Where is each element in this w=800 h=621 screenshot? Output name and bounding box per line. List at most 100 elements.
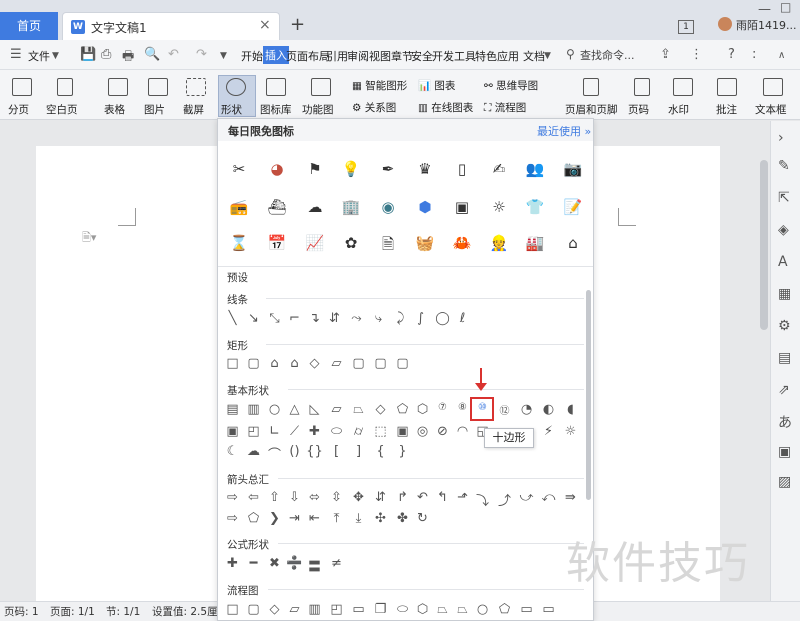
- users-icon[interactable]: 👥: [524, 160, 546, 178]
- arc-shape[interactable]: ⌒: [266, 444, 283, 463]
- multidocument-shape[interactable]: ❐: [372, 602, 389, 617]
- up-arrow-shape[interactable]: ⇧: [266, 490, 283, 505]
- lightning-shape[interactable]: ⚡: [540, 424, 557, 439]
- factory-icon[interactable]: 🏭: [524, 234, 546, 252]
- building-icon[interactable]: 🏢: [340, 198, 362, 216]
- u-turn-arrow-shape[interactable]: ↶: [414, 490, 431, 505]
- line-shape[interactable]: ╲: [224, 311, 241, 326]
- terminator-shape[interactable]: ⬭: [394, 602, 411, 617]
- camera-icon[interactable]: 📷: [562, 160, 584, 178]
- new-tab-button[interactable]: +: [290, 14, 305, 35]
- more-menu-chevron-icon[interactable]: ▼: [544, 51, 551, 61]
- chevron-down-icon[interactable]: ▼: [52, 51, 59, 61]
- vertical-scrollbar[interactable]: [760, 160, 768, 330]
- paragraph-mark-icon[interactable]: 🗎▾: [82, 229, 96, 248]
- elbow-double-arrow-shape[interactable]: ⇵: [326, 311, 343, 326]
- diamond-shape[interactable]: ◇: [372, 402, 389, 417]
- hexagon-icon[interactable]: ⬢: [414, 198, 436, 216]
- person-icon[interactable]: 👷: [488, 234, 510, 252]
- page-number-button[interactable]: 页码: [628, 102, 649, 117]
- pie-chart-icon[interactable]: ◕: [266, 160, 288, 178]
- elbow-arrow-shape[interactable]: ↴: [306, 311, 323, 326]
- share-icon[interactable]: ⇪: [660, 47, 671, 62]
- more-icon[interactable]: ⋮: [690, 47, 703, 62]
- lightbulb-icon[interactable]: 💡: [340, 160, 362, 178]
- bevel-shape[interactable]: ▣: [394, 424, 411, 439]
- textbox-shape[interactable]: ▤: [224, 402, 241, 417]
- chevron-shape[interactable]: ❯: [266, 511, 283, 526]
- command-search-input[interactable]: 查找命令...: [580, 47, 635, 63]
- online-chart-button[interactable]: ▥ 在线图表: [418, 100, 473, 115]
- hamburger-menu-icon[interactable]: ☰: [10, 47, 22, 62]
- pentagon-arrow-shape[interactable]: ⬠: [245, 511, 262, 526]
- menu-docs[interactable]: 文档: [523, 48, 545, 64]
- export-pdf-icon[interactable]: ⎙: [101, 47, 111, 62]
- customize-chevron-icon[interactable]: ▼: [220, 51, 227, 61]
- manual-input-shape[interactable]: ⏢: [434, 602, 451, 617]
- collapse-ribbon-icon[interactable]: ∧: [778, 50, 785, 61]
- octagon-shape[interactable]: ⑧: [454, 402, 471, 413]
- decision-shape[interactable]: ◇: [266, 602, 283, 617]
- target-icon[interactable]: ◉: [377, 198, 399, 216]
- door-icon[interactable]: ▯: [451, 160, 473, 178]
- sun-icon[interactable]: ☼: [488, 198, 510, 216]
- print-preview-icon[interactable]: 🔍: [144, 47, 160, 62]
- tab-count-badge[interactable]: 1: [678, 20, 694, 34]
- screenshot-button[interactable]: 截屏: [183, 102, 204, 117]
- internal-storage-shape[interactable]: ◰: [328, 602, 345, 617]
- file-menu[interactable]: 文件: [28, 48, 50, 64]
- curved-up-arrow-shape[interactable]: ⤻: [518, 490, 535, 505]
- snip2-rect-shape[interactable]: ⌂: [286, 356, 303, 371]
- down-arrow-shape[interactable]: ⇩: [286, 490, 303, 505]
- watermark-button[interactable]: 水印: [668, 102, 689, 117]
- left-bracket-shape[interactable]: [: [328, 444, 345, 459]
- l-shape[interactable]: ∟: [266, 424, 283, 439]
- header-footer-button[interactable]: 页眉和页脚: [565, 102, 618, 117]
- status-page[interactable]: 页面: 1/1: [50, 604, 95, 619]
- function-chart-button[interactable]: 功能图: [302, 102, 334, 117]
- notes-icon[interactable]: ✍: [488, 160, 510, 178]
- up-down-arrow-shape[interactable]: ⇳: [328, 490, 345, 505]
- left-right-callout-shape[interactable]: ✣: [372, 511, 389, 526]
- minimize-button[interactable]: —: [758, 2, 771, 17]
- right-triangle-shape[interactable]: ◺: [306, 402, 323, 417]
- grid-icon[interactable]: ▦: [778, 286, 791, 302]
- right-brace-shape[interactable]: }: [394, 444, 411, 459]
- cube-shape[interactable]: ⬚: [372, 424, 389, 439]
- double-arrow-line-shape[interactable]: ⤡: [266, 311, 283, 326]
- triangle-shape[interactable]: △: [286, 402, 303, 417]
- round2-rect-shape[interactable]: ▢: [372, 356, 389, 371]
- manual-operation-shape[interactable]: ⏢: [454, 602, 471, 617]
- left-up-arrow-shape[interactable]: ↰: [434, 490, 451, 505]
- crab-icon[interactable]: 🦀: [451, 234, 473, 252]
- table-button[interactable]: 表格: [104, 102, 125, 117]
- card-shape[interactable]: ▭: [518, 602, 535, 617]
- left-brace-shape[interactable]: {: [372, 444, 389, 459]
- heptagon-shape[interactable]: ⑦: [434, 402, 451, 413]
- pie-shape[interactable]: ◔: [518, 402, 535, 417]
- flag-icon[interactable]: ⚑: [304, 160, 326, 178]
- menu-start[interactable]: 开始: [241, 48, 263, 64]
- blank-page-button[interactable]: 空白页: [46, 102, 78, 117]
- menu-security[interactable]: 安全: [411, 48, 433, 64]
- icon-library-button[interactable]: 图标库: [260, 102, 292, 117]
- oval-shape[interactable]: ○: [266, 402, 283, 417]
- presentation-icon[interactable]: 📈: [304, 234, 326, 252]
- half-frame-shape[interactable]: ◰: [245, 424, 262, 439]
- bent-arrow-shape[interactable]: ↱: [394, 490, 411, 505]
- edit-icon[interactable]: 📝: [562, 198, 584, 216]
- predefined-process-shape[interactable]: ▥: [306, 602, 323, 617]
- right-arrow-shape[interactable]: ⇨: [224, 490, 241, 505]
- equal-shape[interactable]: 〓: [306, 556, 323, 575]
- status-page-code[interactable]: 页码: 1: [4, 604, 39, 619]
- export-icon[interactable]: ⇗: [778, 382, 790, 398]
- moon-shape[interactable]: ☾: [224, 444, 241, 459]
- menu-dev-tools[interactable]: 开发工具: [432, 48, 476, 64]
- curved-double-arrow-shape[interactable]: ⤸: [392, 311, 409, 326]
- picture-button[interactable]: 图片: [144, 102, 165, 117]
- snip-rect-shape[interactable]: ⌂: [266, 356, 283, 371]
- multiply-shape[interactable]: ✖: [266, 556, 283, 571]
- image-icon[interactable]: ▨: [778, 474, 791, 490]
- rect-shape[interactable]: □: [224, 356, 241, 371]
- help-icon[interactable]: ?: [728, 47, 735, 62]
